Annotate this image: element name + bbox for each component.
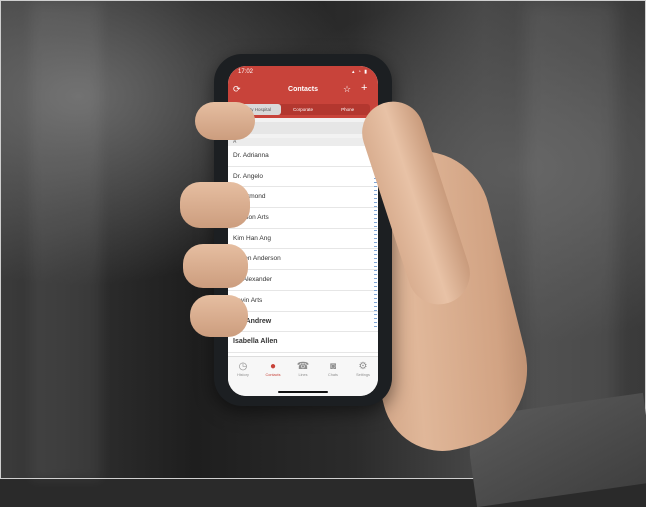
history-icon: ◷ xyxy=(238,361,248,372)
gear-icon: ⚙ xyxy=(358,361,368,372)
contact-list: Dr. Adrianna Dr. Angelo Dr. Armond Mayso… xyxy=(228,146,378,353)
list-item[interactable]: Dr. Alexander xyxy=(228,270,378,291)
list-item[interactable]: Dr. Angelo xyxy=(228,167,378,188)
page-title: Contacts xyxy=(288,86,318,93)
tab-label: Contacts xyxy=(265,373,281,377)
phone-icon: ☎ xyxy=(296,361,310,372)
tab-label: History xyxy=(237,373,249,377)
hand-finger-index xyxy=(195,102,255,140)
tab-label: Lines xyxy=(298,373,308,377)
hand-finger-little xyxy=(190,295,248,337)
list-item[interactable]: Kim Han Ang xyxy=(228,229,378,250)
list-item[interactable]: Kevin Arts xyxy=(228,291,378,312)
segment-corporate[interactable]: Corporate xyxy=(281,104,326,115)
tab-label: Chats xyxy=(328,373,338,377)
alphabet-index-scrollbar[interactable] xyxy=(374,178,377,328)
list-item[interactable]: Bill Andrew xyxy=(228,312,378,333)
list-item[interactable]: Dr. Armond xyxy=(228,187,378,209)
list-item[interactable]: Isabella Allen xyxy=(228,332,378,353)
segment-phone[interactable]: Phone xyxy=(325,104,370,115)
directory-segmented-control: City Hospital Corporate Phone xyxy=(236,104,370,115)
tab-bar: ◷ History ● Contacts ☎ Lines ◙ Chats ⚙ S… xyxy=(228,356,378,396)
person-icon: ● xyxy=(269,361,277,372)
tab-label: Settings xyxy=(356,373,370,377)
status-time: 17:02 xyxy=(238,69,254,75)
hand-finger-middle xyxy=(180,182,250,228)
status-icons: ▴ ◔ ▮ xyxy=(351,69,368,75)
chat-icon: ◙ xyxy=(329,361,337,372)
blurred-pillar-left xyxy=(31,1,101,480)
tab-history[interactable]: ◷ History xyxy=(228,357,258,396)
star-icon[interactable]: ☆ xyxy=(343,84,351,95)
tab-settings[interactable]: ⚙ Settings xyxy=(348,357,378,396)
list-item[interactable]: Dr. Adrianna xyxy=(228,146,378,167)
hand-finger-ring xyxy=(183,244,248,288)
plus-icon[interactable]: + xyxy=(361,82,367,94)
list-item[interactable]: Mayson Arts xyxy=(228,208,378,229)
section-header: A xyxy=(228,138,378,146)
home-indicator[interactable] xyxy=(278,391,328,393)
list-item[interactable]: Shven Anderson xyxy=(228,249,378,271)
